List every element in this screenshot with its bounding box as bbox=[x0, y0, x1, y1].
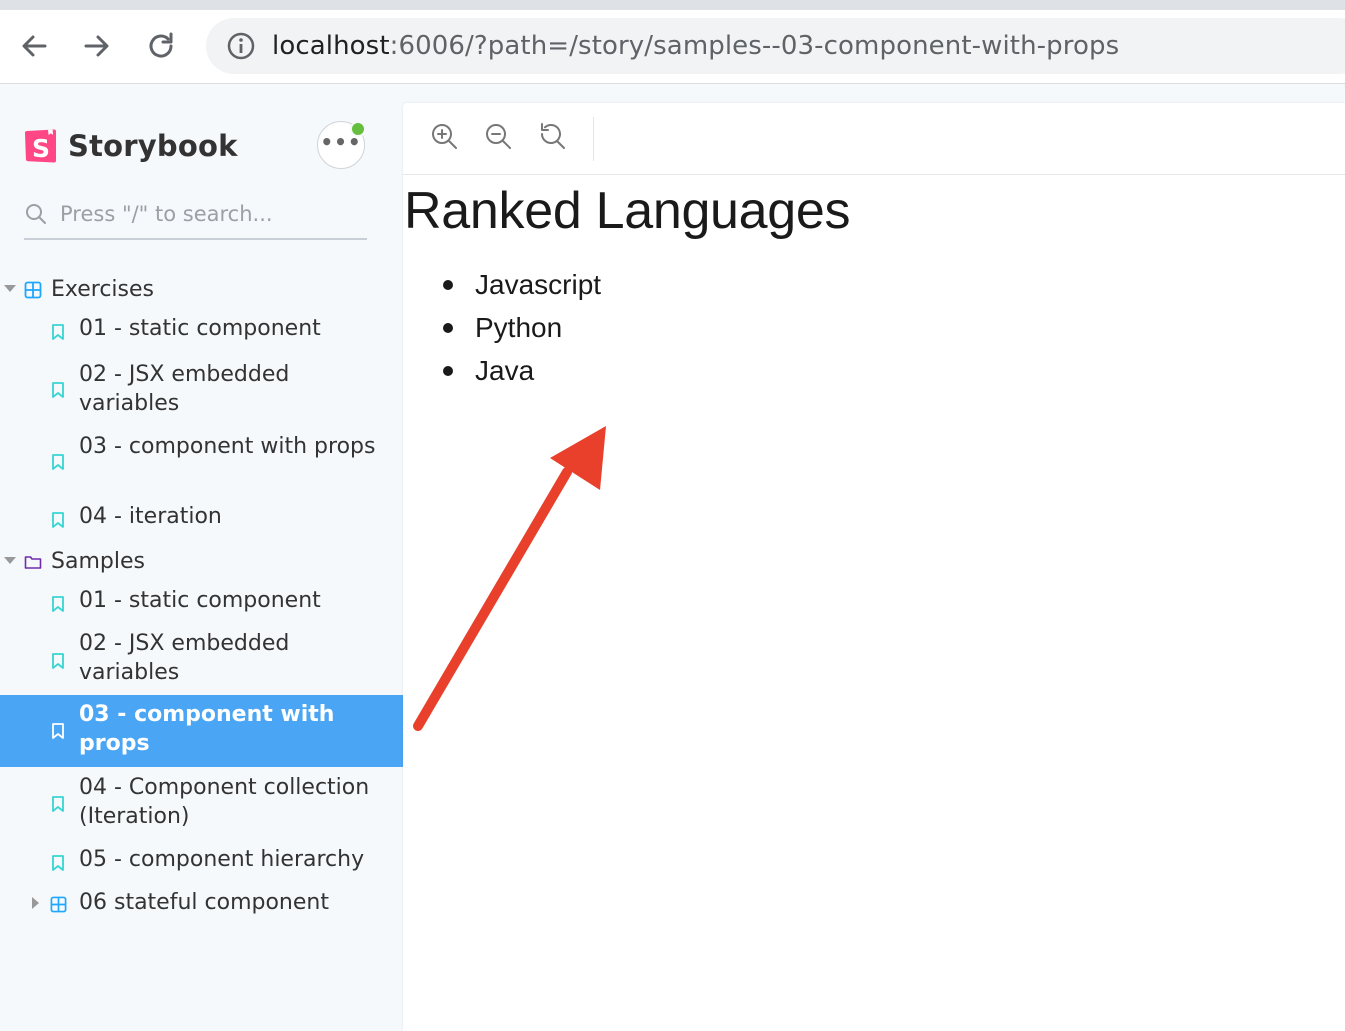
group-label: Exercises bbox=[51, 277, 155, 302]
zoom-out-icon bbox=[486, 124, 511, 149]
zoom-in-icon bbox=[432, 124, 457, 149]
story-item-exercises-03[interactable]: 03 - component with props bbox=[0, 426, 403, 498]
story-item-samples-04[interactable]: 04 - Component collection (Iteration) bbox=[0, 767, 403, 841]
tab-strip bbox=[0, 0, 1345, 10]
reload-button[interactable] bbox=[141, 26, 181, 66]
url-path: :6006/?path=/story/samples--03-component… bbox=[389, 31, 1120, 61]
group-samples[interactable]: Samples bbox=[0, 542, 403, 582]
back-button[interactable] bbox=[14, 26, 54, 66]
bookmark-icon bbox=[52, 653, 64, 669]
list-item: Java bbox=[442, 349, 601, 392]
zoom-reset-icon bbox=[541, 123, 565, 149]
story-label: 04 - iteration bbox=[79, 504, 222, 529]
svg-text:S: S bbox=[32, 134, 50, 163]
story-label: 02 - JSX embedded variables bbox=[79, 631, 290, 685]
page-title: Ranked Languages bbox=[404, 182, 851, 240]
story-item-samples-03-selected[interactable]: 03 - component with props bbox=[0, 695, 403, 767]
story-label: 05 - component hierarchy bbox=[79, 847, 365, 872]
storybook-logo-icon: S bbox=[25, 129, 56, 163]
zoom-in-button[interactable] bbox=[429, 121, 463, 155]
toolbar-divider bbox=[593, 117, 594, 161]
chevron-right-icon[interactable] bbox=[32, 897, 39, 909]
storybook-brand[interactable]: S Storybook bbox=[24, 126, 238, 166]
story-tree: Exercises 01 - static component 02 - JSX… bbox=[0, 270, 403, 927]
folder-icon bbox=[24, 556, 42, 569]
search-box bbox=[24, 196, 367, 240]
sidebar: S Storybook ••• Exercises 01 - static co… bbox=[0, 84, 403, 1031]
story-item-exercises-04[interactable]: 04 - iteration bbox=[0, 498, 403, 542]
story-label: 01 - static component bbox=[79, 588, 321, 613]
story-label: 04 - Component collection (Iteration) bbox=[79, 775, 370, 829]
reload-icon bbox=[149, 32, 173, 58]
story-item-samples-05[interactable]: 05 - component hierarchy bbox=[0, 841, 403, 883]
story-label: 03 - component with props bbox=[79, 702, 335, 756]
story-item-exercises-01[interactable]: 01 - static component bbox=[0, 310, 403, 354]
list-item: Python bbox=[442, 306, 601, 349]
search-icon bbox=[26, 204, 46, 224]
subgroup-stateful-component[interactable]: 06 stateful component bbox=[0, 883, 403, 927]
chevron-down-icon[interactable] bbox=[4, 285, 16, 292]
chevron-down-icon[interactable] bbox=[4, 557, 16, 564]
back-arrow-icon bbox=[22, 35, 47, 57]
story-item-samples-01[interactable]: 01 - static component bbox=[0, 582, 403, 626]
info-icon[interactable] bbox=[226, 31, 256, 61]
story-item-exercises-02[interactable]: 02 - JSX embedded variables bbox=[0, 354, 403, 426]
bookmark-icon bbox=[52, 855, 64, 871]
story-label: 02 - JSX embedded variables bbox=[79, 362, 290, 416]
group-exercises[interactable]: Exercises bbox=[0, 270, 403, 310]
language-list: Javascript Python Java bbox=[403, 263, 601, 392]
group-label: Samples bbox=[51, 549, 145, 574]
component-icon bbox=[50, 896, 67, 913]
search-input[interactable] bbox=[60, 196, 360, 232]
url-text[interactable]: localhost:6006/?path=/story/samples--03-… bbox=[272, 30, 1119, 62]
list-item: Javascript bbox=[442, 263, 601, 306]
story-item-samples-02[interactable]: 02 - JSX embedded variables bbox=[0, 626, 403, 695]
zoom-reset-button[interactable] bbox=[537, 121, 571, 155]
sidebar-menu-button[interactable]: ••• bbox=[317, 121, 366, 169]
preview-toolbar bbox=[403, 103, 1345, 175]
forward-arrow-icon bbox=[84, 35, 109, 57]
bookmark-icon bbox=[52, 723, 64, 739]
bookmark-icon bbox=[52, 454, 64, 470]
zoom-out-button[interactable] bbox=[483, 121, 517, 155]
brand-title: Storybook bbox=[68, 129, 238, 163]
annotation-arrow bbox=[413, 426, 606, 731]
bookmark-icon bbox=[52, 796, 64, 812]
forward-button[interactable] bbox=[77, 26, 117, 66]
subgroup-label: 06 stateful component bbox=[79, 890, 329, 915]
bookmark-icon bbox=[52, 512, 64, 528]
story-label: 03 - component with props bbox=[79, 434, 376, 459]
status-dot bbox=[350, 121, 366, 137]
bookmark-icon bbox=[52, 596, 64, 612]
browser-toolbar: localhost:6006/?path=/story/samples--03-… bbox=[0, 10, 1345, 84]
address-bar[interactable]: localhost:6006/?path=/story/samples--03-… bbox=[206, 18, 1345, 74]
story-label: 01 - static component bbox=[79, 316, 321, 341]
component-icon bbox=[24, 281, 42, 299]
bookmark-icon bbox=[52, 382, 64, 398]
url-host: localhost bbox=[272, 31, 390, 61]
bookmark-icon bbox=[52, 324, 64, 340]
